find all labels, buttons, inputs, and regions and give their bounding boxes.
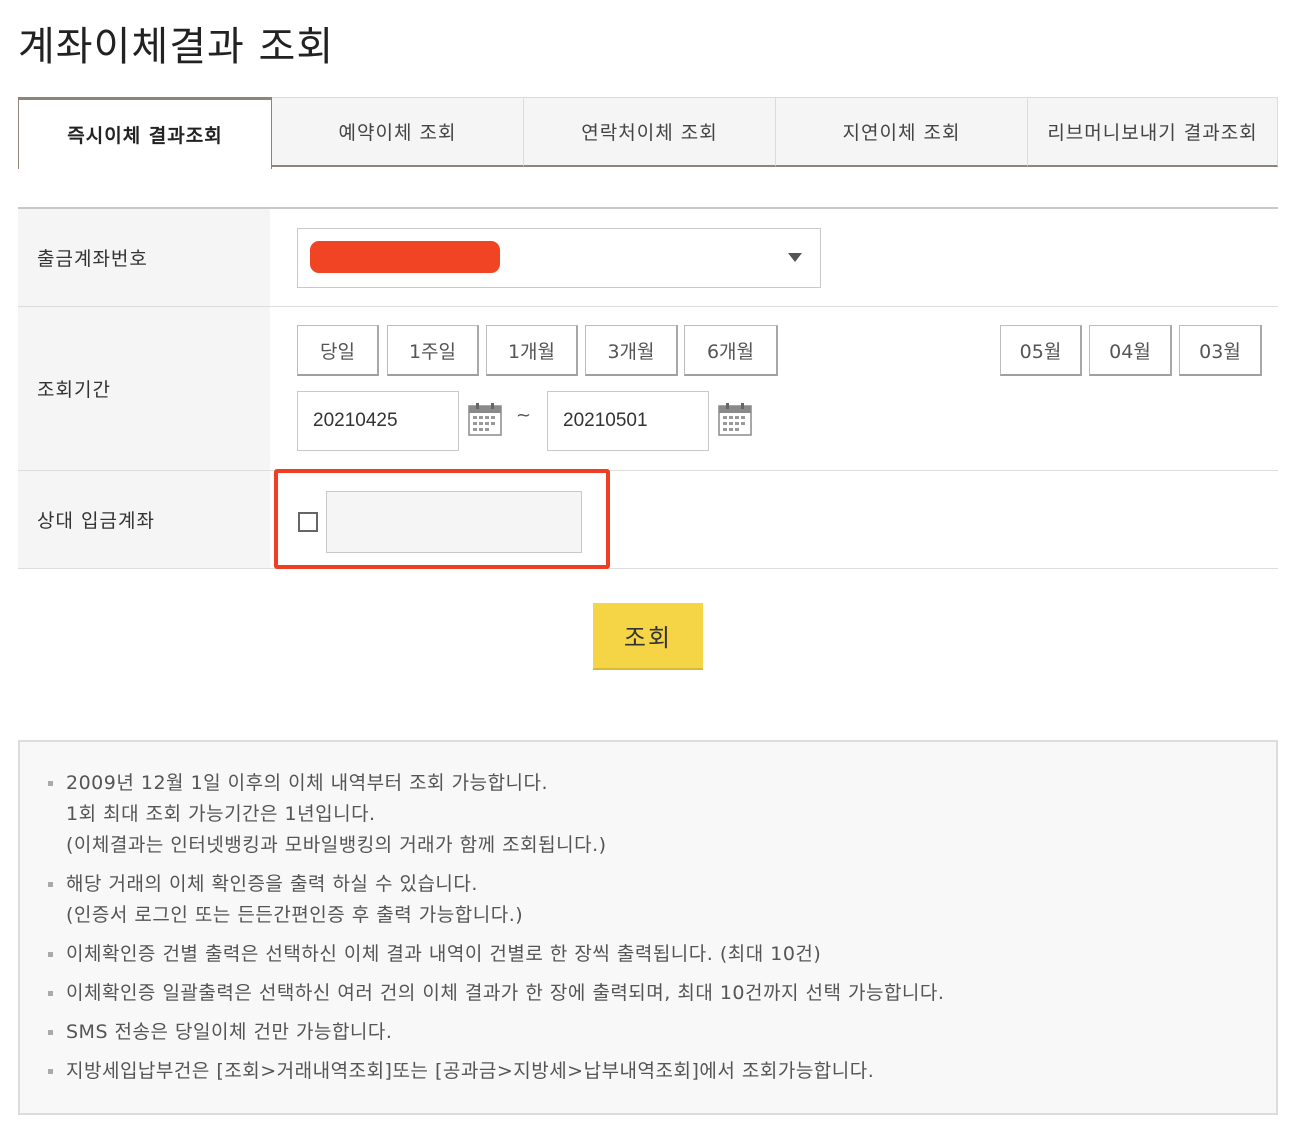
notice-item: 해당 거래의 이체 확인증을 출력 하실 수 있습니다. (인증서 로그인 또는 …: [48, 869, 1276, 931]
date-range-separator: ~: [516, 405, 532, 426]
tab-contact-transfer[interactable]: 연락처이체 조회: [524, 97, 776, 167]
period-label: 조회기간: [18, 307, 270, 470]
period-6month-button[interactable]: 6개월: [684, 325, 778, 376]
month-03-button[interactable]: 03월: [1179, 325, 1262, 376]
counterparty-account-input[interactable]: [326, 491, 582, 553]
notice-text: SMS 전송은 당일이체 건만 가능합니다.: [66, 1021, 393, 1043]
chevron-down-icon: [788, 253, 802, 262]
tab-livmoney-send-result[interactable]: 리브머니보내기 결과조회: [1028, 97, 1278, 167]
period-1month-button[interactable]: 1개월: [486, 325, 578, 376]
notice-item: SMS 전송은 당일이체 건만 가능합니다.: [48, 1017, 1276, 1048]
notice-text: 해당 거래의 이체 확인증을 출력 하실 수 있습니다.: [66, 873, 478, 895]
counterparty-label: 상대 입금계좌: [18, 471, 270, 568]
bullet-icon: [48, 781, 53, 786]
calendar-icon[interactable]: [718, 402, 752, 436]
account-label: 출금계좌번호: [18, 209, 270, 306]
search-form: 출금계좌번호 조회기간 당일 1주일 1개월 3개월 6개월 05월 04월 0…: [18, 207, 1278, 569]
bullet-icon: [48, 882, 53, 887]
end-date-input[interactable]: 20210501: [547, 391, 709, 451]
period-row: 조회기간 당일 1주일 1개월 3개월 6개월 05월 04월 03월 2021…: [18, 307, 1278, 471]
tab-instant-transfer-result[interactable]: 즉시이체 결과조회: [18, 97, 272, 169]
notice-text: 지방세입납부건은 [조회>거래내역조회]또는 [공과금>지방세>납부내역조회]에…: [66, 1060, 875, 1082]
notice-item: 이체확인증 건별 출력은 선택하신 이체 결과 내역이 건별로 한 장씩 출력됩…: [48, 939, 1276, 970]
bullet-icon: [48, 1069, 53, 1074]
notice-text: 이체확인증 건별 출력은 선택하신 이체 결과 내역이 건별로 한 장씩 출력됩…: [66, 943, 822, 965]
counterparty-checkbox[interactable]: [298, 512, 318, 532]
period-1week-button[interactable]: 1주일: [387, 325, 479, 376]
calendar-icon[interactable]: [468, 402, 502, 436]
counterparty-row: 상대 입금계좌: [18, 469, 1278, 569]
search-button[interactable]: 조회: [593, 603, 703, 670]
bullet-icon: [48, 952, 53, 957]
notice-text: 2009년 12월 1일 이후의 이체 내역부터 조회 가능합니다.: [66, 772, 549, 794]
page-title: 계좌이체결과 조회: [18, 24, 335, 70]
notice-item: 2009년 12월 1일 이후의 이체 내역부터 조회 가능합니다. 1회 최대 …: [48, 768, 1276, 861]
period-3month-button[interactable]: 3개월: [585, 325, 678, 376]
notice-box: 2009년 12월 1일 이후의 이체 내역부터 조회 가능합니다. 1회 최대 …: [18, 740, 1278, 1115]
account-row: 출금계좌번호: [18, 209, 1278, 307]
notice-text: (이체결과는 인터넷뱅킹과 모바일뱅킹의 거래가 함께 조회됩니다.): [66, 834, 607, 856]
notice-item: 이체확인증 일괄출력은 선택하신 여러 건의 이체 결과가 한 장에 출력되며,…: [48, 978, 1276, 1009]
period-today-button[interactable]: 당일: [297, 325, 379, 376]
notice-text: (인증서 로그인 또는 든든간편인증 후 출력 가능합니다.): [66, 904, 524, 926]
start-date-input[interactable]: 20210425: [297, 391, 459, 451]
bullet-icon: [48, 1030, 53, 1035]
month-05-button[interactable]: 05월: [1000, 325, 1082, 376]
notice-list: 2009년 12월 1일 이후의 이체 내역부터 조회 가능합니다. 1회 최대 …: [48, 768, 1276, 1087]
tab-bar: 즉시이체 결과조회 예약이체 조회 연락처이체 조회 지연이체 조회 리브머니보…: [18, 97, 1278, 169]
notice-text: 이체확인증 일괄출력은 선택하신 여러 건의 이체 결과가 한 장에 출력되며,…: [66, 982, 945, 1004]
tab-delayed-transfer[interactable]: 지연이체 조회: [776, 97, 1028, 167]
tab-scheduled-transfer[interactable]: 예약이체 조회: [272, 97, 524, 167]
month-04-button[interactable]: 04월: [1089, 325, 1172, 376]
notice-item: 지방세입납부건은 [조회>거래내역조회]또는 [공과금>지방세>납부내역조회]에…: [48, 1056, 1276, 1087]
masked-account-number: [310, 241, 500, 273]
bullet-icon: [48, 991, 53, 996]
notice-text: 1회 최대 조회 가능기간은 1년입니다.: [66, 803, 376, 825]
account-select[interactable]: [297, 228, 821, 288]
